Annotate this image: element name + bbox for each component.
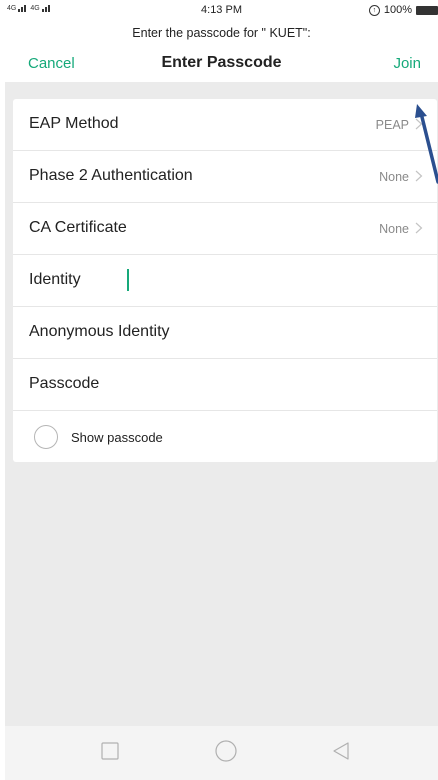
ca-certificate-row[interactable]: CA Certificate None [13, 203, 437, 255]
eap-method-label: EAP Method [29, 115, 119, 132]
show-passcode-row[interactable]: Show passcode [13, 411, 437, 462]
show-passcode-label: Show passcode [71, 430, 163, 445]
passcode-prompt: Enter the passcode for " KUET": [132, 26, 311, 40]
battery-percent: 100% [383, 4, 412, 16]
passcode-label: Passcode [29, 375, 100, 392]
cancel-button[interactable]: Cancel [28, 55, 75, 72]
anonymous-identity-label: Anonymous Identity [29, 323, 170, 340]
phase2-auth-row[interactable]: Phase 2 Authentication None [13, 151, 437, 203]
top-bar: 4G 4G 4:13 PM ↑ 100% Enter the passcode … [5, 0, 438, 82]
circle-icon[interactable] [214, 739, 238, 763]
anonymous-identity-field[interactable]: Anonymous Identity [13, 307, 437, 359]
identity-label: Identity [29, 271, 81, 288]
passcode-field[interactable]: Passcode [13, 359, 437, 411]
battery-icon [416, 5, 438, 15]
eap-method-row[interactable]: EAP Method PEAP [13, 99, 437, 151]
network-settings-card: EAP Method PEAP Phase 2 Authentication N… [13, 99, 437, 462]
rotation-lock-icon: ↑ [368, 4, 380, 16]
chevron-right-icon [415, 118, 423, 130]
ca-certificate-label: CA Certificate [29, 219, 127, 236]
battery-status: ↑ 100% [368, 4, 438, 16]
phase2-auth-label: Phase 2 Authentication [29, 167, 193, 184]
chevron-right-icon [415, 222, 423, 234]
phase2-auth-value: None [379, 170, 409, 184]
screen: 4G 4G 4:13 PM ↑ 100% Enter the passcode … [5, 0, 438, 780]
chevron-right-icon [415, 170, 423, 182]
status-bar: 4G 4G 4:13 PM ↑ 100% [5, 0, 438, 20]
square-icon[interactable] [100, 741, 120, 761]
triangle-back-icon[interactable] [331, 741, 351, 761]
join-button[interactable]: Join [393, 55, 421, 72]
identity-field[interactable]: Identity [13, 255, 437, 307]
system-navigation-bar [5, 726, 438, 780]
text-cursor [127, 269, 129, 291]
eap-method-value: PEAP [375, 118, 409, 132]
show-passcode-radio[interactable] [34, 425, 58, 449]
ca-certificate-value: None [379, 222, 409, 236]
